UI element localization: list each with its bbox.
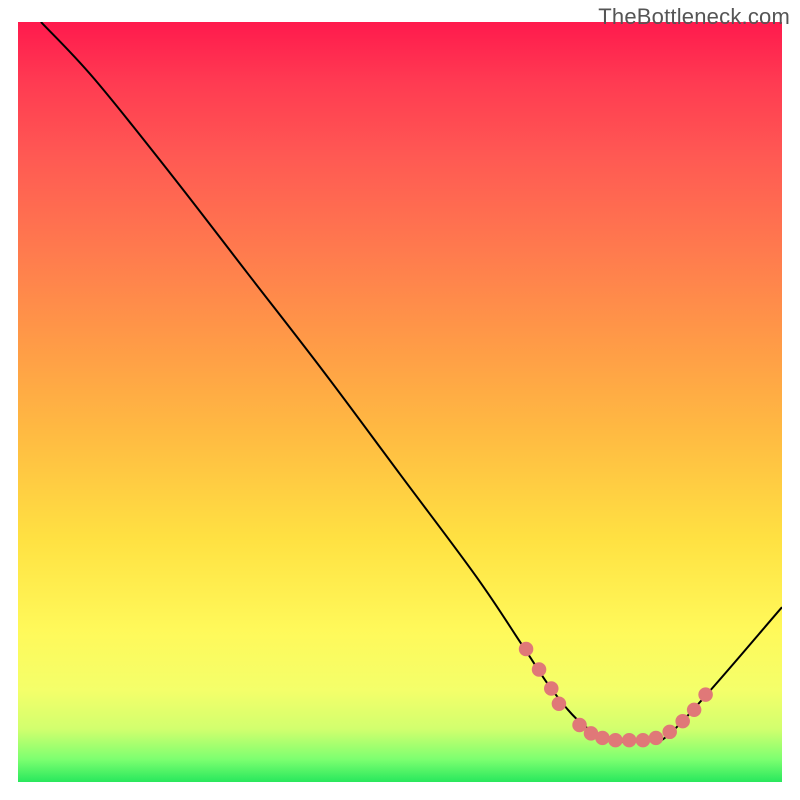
highlight-dot: [622, 733, 637, 747]
highlight-dot: [552, 697, 567, 711]
highlight-dot: [519, 642, 534, 656]
watermark-text: TheBottleneck.com: [598, 4, 790, 30]
chart-container: TheBottleneck.com: [0, 0, 800, 800]
highlight-dot: [675, 714, 690, 728]
highlight-dots-group: [519, 642, 713, 748]
highlight-dot: [662, 725, 677, 739]
curve-svg: [18, 22, 782, 782]
highlight-dot: [532, 662, 547, 676]
highlight-dot: [544, 681, 559, 695]
bottleneck-curve: [41, 22, 782, 743]
plot-area: [18, 22, 782, 782]
highlight-dot: [636, 733, 651, 747]
highlight-dot: [649, 731, 664, 745]
highlight-dot: [608, 733, 623, 747]
highlight-dot: [687, 703, 702, 717]
highlight-dot: [698, 687, 713, 701]
highlight-dot: [595, 731, 610, 745]
